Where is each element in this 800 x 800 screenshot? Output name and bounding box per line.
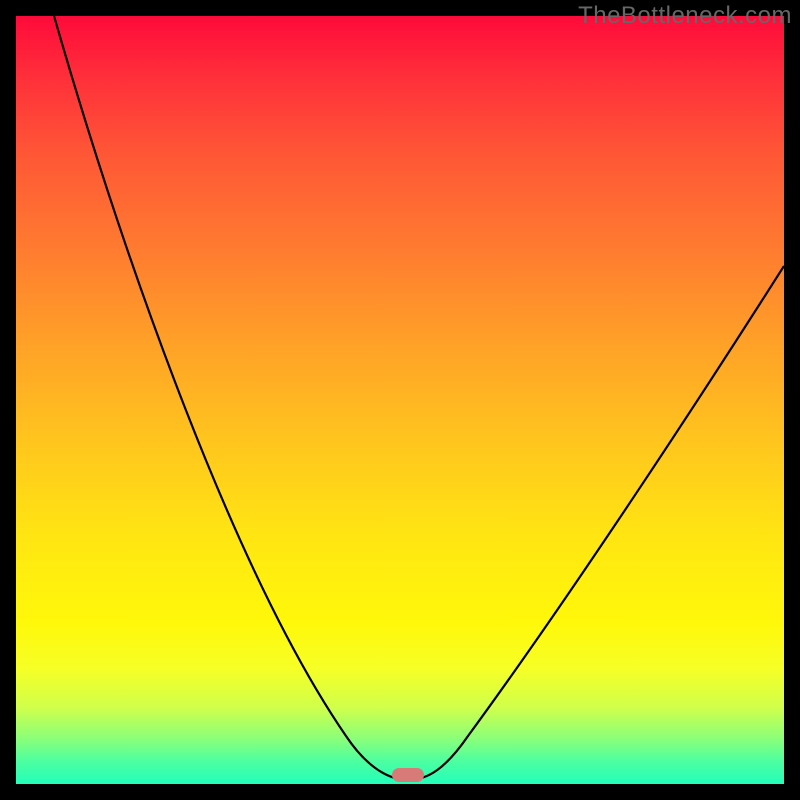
optimum-marker: [392, 768, 424, 782]
watermark-text: TheBottleneck.com: [578, 2, 792, 30]
bottleneck-curve: [16, 16, 784, 784]
chart-frame: TheBottleneck.com: [0, 0, 800, 800]
plot-area: [16, 16, 784, 784]
